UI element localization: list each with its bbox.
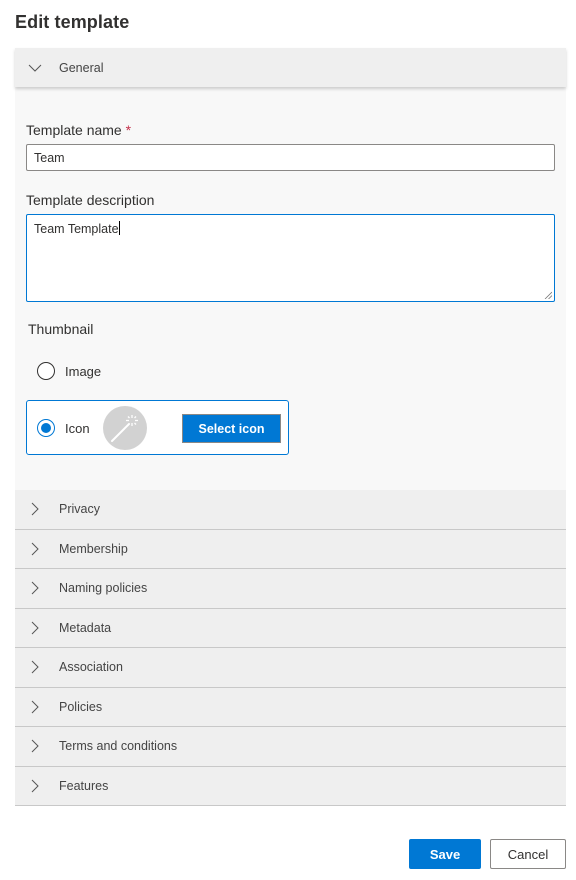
section-metadata-label: Metadata	[59, 620, 112, 635]
icon-preview	[103, 406, 147, 450]
section-general-label: General	[59, 60, 104, 75]
magic-wand-icon	[111, 415, 138, 442]
template-panel: General Template name * Team Template de…	[15, 48, 566, 806]
section-terms-and-conditions-header[interactable]: Terms and conditions	[15, 727, 566, 767]
section-metadata-header[interactable]: Metadata	[15, 608, 566, 648]
template-name-input[interactable]: Team	[26, 144, 555, 171]
chevron-right-icon	[27, 501, 43, 517]
chevron-right-icon	[27, 580, 43, 596]
thumbnail-icon-box: Icon Select icon	[26, 400, 289, 455]
page-title: Edit template	[15, 12, 130, 32]
radio-icon-label: Icon	[65, 420, 90, 436]
chevron-down-icon	[27, 60, 43, 76]
cancel-button[interactable]: Cancel	[490, 839, 566, 869]
radio-image-label: Image	[65, 363, 102, 379]
section-naming-policies-label: Naming policies	[59, 581, 148, 596]
section-features-header[interactable]: Features	[15, 766, 566, 806]
chevron-right-icon	[27, 738, 43, 754]
section-membership-header[interactable]: Membership	[15, 529, 566, 569]
section-privacy-label: Privacy	[59, 502, 100, 517]
chevron-right-icon	[27, 699, 43, 715]
thumbnail-option-icon[interactable]: Icon	[37, 419, 90, 437]
section-association-header[interactable]: Association	[15, 648, 566, 688]
section-membership-label: Membership	[59, 541, 128, 556]
radio-image[interactable]	[37, 362, 55, 380]
section-features-label: Features	[59, 778, 109, 793]
radio-icon[interactable]	[37, 419, 55, 437]
section-policies-header[interactable]: Policies	[15, 687, 566, 727]
template-name-label: Template name *	[26, 122, 131, 138]
template-description-value: Team Template	[34, 222, 119, 236]
section-privacy-header[interactable]: Privacy	[15, 490, 566, 530]
text-caret	[118, 221, 120, 235]
select-icon-button[interactable]: Select icon	[182, 414, 281, 443]
section-naming-policies-header[interactable]: Naming policies	[15, 569, 566, 609]
resize-grip-icon[interactable]	[544, 291, 552, 299]
template-name-value: Team	[34, 150, 65, 165]
template-description-input[interactable]: Team Template	[26, 214, 555, 302]
required-marker: *	[125, 122, 132, 138]
chevron-right-icon	[27, 620, 43, 636]
save-button[interactable]: Save	[409, 839, 481, 869]
template-description-label: Template description	[26, 192, 155, 208]
chevron-right-icon	[27, 659, 43, 675]
section-general-content: Template name * Team Template descriptio…	[15, 87, 566, 490]
thumbnail-option-image[interactable]: Image	[37, 362, 101, 380]
chevron-right-icon	[27, 778, 43, 794]
template-name-label-text: Template name	[26, 122, 122, 138]
section-association-label: Association	[59, 660, 123, 675]
section-policies-label: Policies	[59, 699, 103, 714]
radio-selected-dot	[41, 423, 51, 433]
chevron-right-icon	[27, 541, 43, 557]
section-general-header[interactable]: General	[15, 48, 566, 87]
thumbnail-label: Thumbnail	[28, 321, 94, 337]
section-terms-and-conditions-label: Terms and conditions	[59, 739, 178, 754]
